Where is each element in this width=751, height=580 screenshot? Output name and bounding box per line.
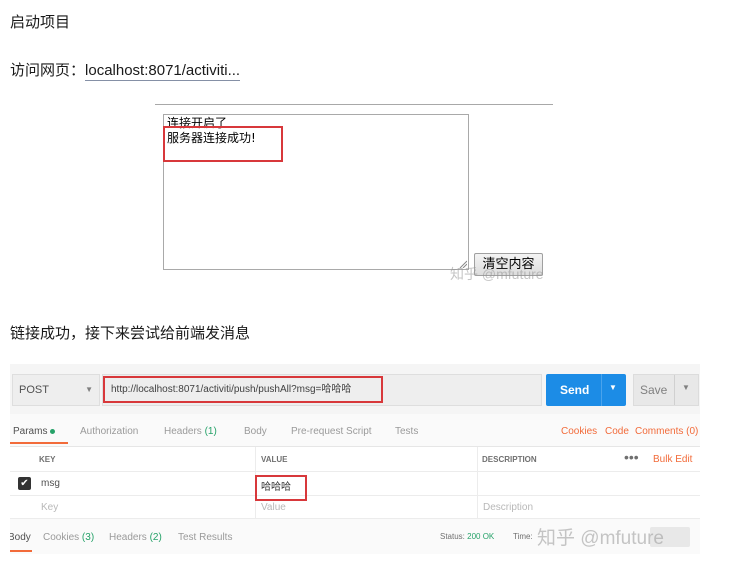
- method-value: POST: [19, 384, 49, 396]
- highlight-box-url: [103, 376, 383, 403]
- divider: [601, 374, 602, 406]
- tab-resp-headers-count: (2): [149, 532, 162, 543]
- row-enabled-checkbox[interactable]: ✔: [18, 477, 31, 490]
- visit-line: 访问网页：localhost:8071/activiti...: [10, 59, 241, 81]
- tab-headers-count: (1): [204, 426, 217, 437]
- divider: [155, 104, 553, 105]
- status-readout: Status: 200 OK: [440, 532, 494, 541]
- highlight-box-success: [163, 126, 283, 162]
- description-placeholder[interactable]: Description: [483, 502, 533, 513]
- bulk-edit-link[interactable]: Bulk Edit: [653, 454, 692, 465]
- send-button[interactable]: Send ▼: [546, 374, 626, 406]
- page-bottom: [0, 556, 751, 580]
- tab-prerequest-script[interactable]: Pre-request Script: [291, 426, 372, 437]
- code-link[interactable]: Code: [605, 426, 629, 437]
- tab-params-label: Params: [13, 426, 48, 437]
- tab-cookies-label: Cookies: [43, 532, 80, 543]
- table-header-row: KEY VALUE DESCRIPTION ••• Bulk Edit: [10, 447, 700, 472]
- chevron-down-icon[interactable]: ▼: [609, 383, 617, 392]
- tab-resp-headers-label: Headers: [109, 532, 147, 543]
- visit-link[interactable]: localhost:8071/activiti...: [85, 62, 241, 81]
- active-tab-indicator: [10, 442, 68, 444]
- visit-prefix: 访问网页：: [10, 62, 86, 79]
- tab-cookies-count: (3): [81, 532, 95, 543]
- tab-headers[interactable]: Headers (1): [164, 426, 217, 437]
- tab-params[interactable]: Params: [13, 426, 56, 437]
- time-label: Time:: [513, 532, 533, 541]
- params-table: KEY VALUE DESCRIPTION ••• Bulk Edit ✔ ms…: [10, 446, 700, 519]
- websocket-page-screenshot: 连接开启了 服务器连接成功! 清空内容: [155, 100, 555, 290]
- value-placeholder[interactable]: Value: [261, 502, 286, 513]
- tab-response-body[interactable]: Body: [10, 532, 31, 543]
- tab-body[interactable]: Body: [244, 426, 267, 437]
- column-key: KEY: [39, 455, 56, 464]
- table-row-empty: Key Value Description: [10, 496, 700, 519]
- active-tab-indicator: [10, 550, 32, 552]
- divider: [674, 375, 675, 405]
- more-options-icon[interactable]: •••: [624, 449, 639, 465]
- method-select[interactable]: POST ▼: [12, 374, 100, 406]
- send-label: Send: [560, 383, 590, 397]
- param-key[interactable]: msg: [41, 478, 60, 489]
- highlight-box-value: [255, 475, 307, 501]
- watermark: 知乎 @mfuture: [450, 266, 544, 282]
- tab-headers-label: Headers: [164, 426, 202, 437]
- tab-authorization[interactable]: Authorization: [80, 426, 138, 437]
- key-placeholder[interactable]: Key: [41, 502, 58, 513]
- cookies-link[interactable]: Cookies: [561, 426, 597, 437]
- tab-tests[interactable]: Tests: [395, 426, 418, 437]
- watermark: 知乎 @mfuture: [537, 528, 664, 549]
- comments-link[interactable]: Comments (0): [635, 426, 698, 437]
- chevron-down-icon: ▼: [85, 385, 93, 394]
- chevron-down-icon[interactable]: ▼: [682, 383, 690, 392]
- active-dot-icon: [50, 428, 56, 434]
- heading-link-success: 链接成功，接下来尝试给前端发消息: [10, 325, 251, 342]
- save-button[interactable]: Save ▼: [633, 374, 699, 406]
- table-row: ✔ msg 哈哈哈: [10, 472, 700, 496]
- status-value: 200 OK: [467, 532, 495, 541]
- status-label: Status:: [440, 532, 465, 541]
- column-description: DESCRIPTION: [482, 455, 537, 464]
- tab-response-cookies[interactable]: Cookies (3): [43, 532, 94, 543]
- tab-test-results[interactable]: Test Results: [178, 532, 232, 543]
- column-value: VALUE: [261, 455, 288, 464]
- tab-response-headers[interactable]: Headers (2): [109, 532, 162, 543]
- save-label: Save: [640, 383, 668, 397]
- heading-start-project: 启动项目: [10, 14, 71, 31]
